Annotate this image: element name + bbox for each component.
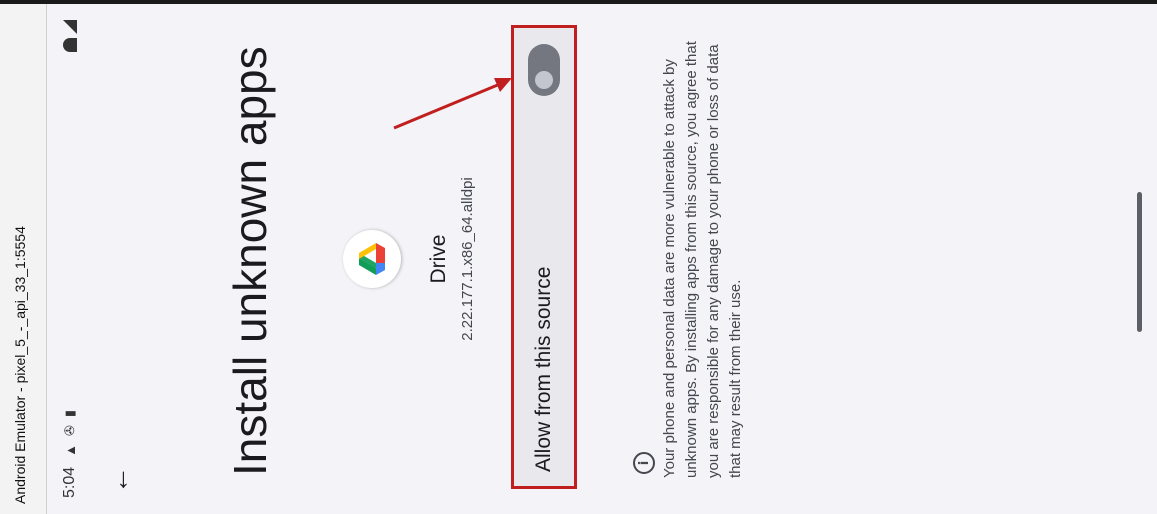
wifi-icon [63,38,77,52]
page-title: Install unknown apps [224,46,276,476]
back-arrow-icon[interactable]: ← [99,460,139,500]
alert-icon: ▲ [62,443,78,457]
status-time: 5:04 [61,466,78,498]
sd-card-icon: ▮ [62,409,77,418]
status-bar: 5:04 ▲ ✇ ▮ [47,4,93,514]
google-drive-logo-icon [359,243,385,275]
drive-app-icon [343,230,401,288]
allow-from-source-label: Allow from this source [532,266,555,472]
allow-from-source-row[interactable]: Allow from this source [511,25,577,489]
app-version: 2.22.177.1.x86_64.alldpi [459,177,476,341]
scrollbar-thumb[interactable] [1137,192,1142,332]
allow-from-source-switch[interactable] [528,44,560,96]
gesture-icon: ✇ [62,425,77,436]
app-name: Drive [427,234,450,284]
emulator-window-title: Android Emulator - pixel_5_-_api_33_1:55… [12,226,28,504]
settings-page: 5:04 ▲ ✇ ▮ ← Install unknown apps Drive … [47,4,1157,514]
phone-screen: 5:04 ▲ ✇ ▮ ← Install unknown apps Drive … [47,4,1157,514]
switch-thumb [535,71,553,89]
info-icon: i [633,452,655,474]
warning-text: Your phone and personal data are more vu… [661,41,744,478]
status-right [63,20,77,52]
signal-icon [63,20,77,34]
